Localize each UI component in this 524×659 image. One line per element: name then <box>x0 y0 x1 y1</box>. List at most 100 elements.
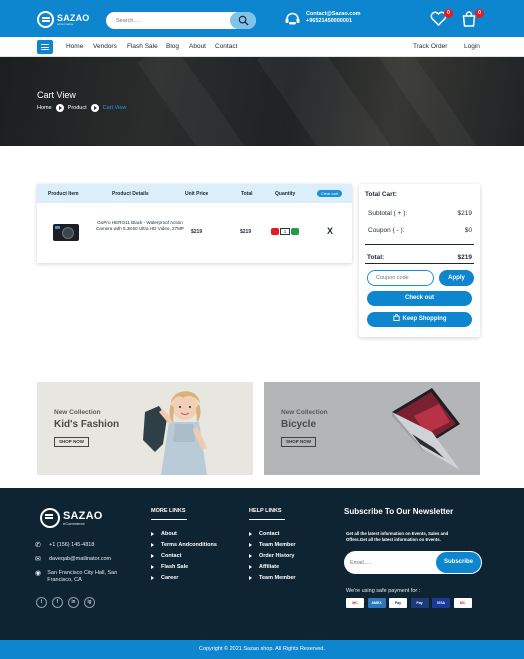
banner-tag: New Collection <box>54 409 101 416</box>
headset-icon <box>285 12 300 25</box>
search-input[interactable] <box>116 12 226 29</box>
footer-logo-name: SAZAO <box>63 509 103 522</box>
product-details[interactable]: GoPro HERO11 Black - Waterproof Action C… <box>95 220 185 232</box>
phone-icon: ✆ <box>35 542 41 549</box>
apply-coupon-button[interactable]: Apply <box>439 270 474 286</box>
nav-contact[interactable]: Contact <box>215 43 237 50</box>
more-links-title: MORE LINKS <box>151 508 186 514</box>
copyright-bar: Copyright © 2021 Sazao shop. All Rights … <box>0 640 524 659</box>
remove-item-button[interactable]: X <box>327 226 333 236</box>
menu-button[interactable] <box>37 40 53 54</box>
mastercard-icon: MC <box>346 598 364 608</box>
quantity-decrease-button[interactable] <box>271 228 279 235</box>
breadcrumb-current: Cart View <box>102 105 127 111</box>
kids-fashion-banner[interactable]: New Collection Kid's Fashion SHOP NOW <box>37 382 253 475</box>
shop-now-button[interactable]: SHOP NOW <box>54 437 89 447</box>
mastercard-icon: MC <box>453 598 472 608</box>
wishlist-button[interactable]: 0 <box>430 9 453 29</box>
subscribe-button[interactable]: Subscribe <box>436 552 481 573</box>
coupon-value: $0 <box>464 227 472 234</box>
footer-link-flash-sale[interactable]: Flash Sale <box>150 564 188 570</box>
instagram-icon[interactable]: ig <box>84 597 95 608</box>
linkedin-icon[interactable]: in <box>68 597 79 608</box>
amex-icon: AMEX <box>367 598 386 608</box>
header-quantity: Quantity <box>275 191 296 197</box>
newsletter-title: Subscribe To Our Newsletter <box>344 507 454 516</box>
cart-button[interactable]: 0 <box>461 9 484 29</box>
nav-flash-sale[interactable]: Flash Sale <box>127 43 158 50</box>
checkout-button[interactable]: Check out <box>367 291 472 306</box>
bicycle-banner[interactable]: New Collection Bicycle SHOP NOW <box>264 382 480 475</box>
newsletter-form: Subscribe <box>344 551 482 574</box>
breadcrumb-home[interactable]: Home <box>37 105 52 111</box>
mail-icon: ✉ <box>35 556 41 563</box>
footer-link-about[interactable]: About <box>151 531 177 537</box>
cart-summary: Total Cart: Subtotal ( + ): $219 Coupon … <box>359 184 480 337</box>
footer-link-team-member-2[interactable]: Team Member <box>249 575 296 581</box>
main-navigation: Home Vendors Flash Sale Blog About Conta… <box>0 37 524 57</box>
newsletter-email-input[interactable] <box>350 555 430 570</box>
clear-cart-button[interactable]: Clear cart <box>317 190 342 197</box>
total-value: $219 <box>457 254 472 261</box>
quantity-stepper: 1 <box>271 228 299 235</box>
unit-price: $219 <box>191 229 203 235</box>
footer-link-terms[interactable]: Terms Andconditions <box>151 542 217 548</box>
quantity-value[interactable]: 1 <box>280 228 290 235</box>
product-thumbnail[interactable] <box>53 224 79 241</box>
footer-link-contact[interactable]: Contact <box>150 553 181 559</box>
footer-logo-subtitle: eCommerce <box>63 520 85 526</box>
logo-subtitle: eCommerce <box>57 21 74 26</box>
page-title: Cart View <box>37 90 76 100</box>
search-bar <box>106 12 256 29</box>
logo-mark-icon <box>40 508 60 528</box>
newsletter-text: Get all the latest information on Events… <box>346 531 449 542</box>
keep-shopping-button[interactable]: Keep Shopping <box>367 312 472 327</box>
top-header: SAZAO eCommerce Contact@Sazao.com <box>0 0 524 37</box>
nav-login[interactable]: Login <box>464 43 480 50</box>
menu-icon-bar <box>41 46 49 48</box>
contact-phone[interactable]: +96521450000001 <box>306 18 361 25</box>
site-footer: SAZAO eCommerce ✆ +1 (156) 145-4818 ✉ da… <box>0 488 524 659</box>
subtotal-value: $219 <box>457 210 472 217</box>
contact-email[interactable]: Contact@Sazao.com <box>306 11 361 18</box>
search-button[interactable] <box>230 12 256 29</box>
coupon-input[interactable] <box>367 270 434 286</box>
nav-track-order[interactable]: Track Order <box>413 43 447 50</box>
quantity-increase-button[interactable] <box>291 228 299 235</box>
facebook-icon[interactable]: f <box>52 597 63 608</box>
cart-count-badge: 0 <box>475 9 484 18</box>
nav-blog[interactable]: Blog <box>166 43 179 50</box>
footer-link-order-history[interactable]: Order History <box>248 553 294 559</box>
payment-title: We're using safe payment for : <box>346 588 421 594</box>
footer-address: ◉ San Francisco City Hall, San Francisco… <box>35 570 135 583</box>
shop-now-button[interactable]: SHOP NOW <box>281 437 316 447</box>
logo-mark-icon <box>37 11 54 28</box>
nav-home[interactable]: Home <box>66 43 83 50</box>
coupon-label: Coupon ( - ): <box>368 227 405 234</box>
page-hero-banner <box>0 57 524 146</box>
location-pin-icon: ◉ <box>35 570 42 577</box>
nav-vendors[interactable]: Vendors <box>93 43 117 50</box>
menu-icon <box>41 44 49 46</box>
cart-table: Product Item Product Details Unit Price … <box>37 184 352 263</box>
twitter-icon[interactable]: t <box>36 597 47 608</box>
social-links: t f in ig <box>36 597 100 608</box>
footer-link-affiliate[interactable]: Affiliate <box>248 564 279 570</box>
breadcrumb-product[interactable]: Product <box>68 105 87 111</box>
nav-about[interactable]: About <box>189 43 206 50</box>
footer-email[interactable]: ✉ daveqab@mailinator.com <box>35 556 111 563</box>
visa-icon: VISA <box>432 598 450 608</box>
footer-link-career[interactable]: Career <box>150 575 178 581</box>
footer-logo[interactable]: SAZAO eCommerce <box>40 508 103 528</box>
footer-phone-text: +1 (156) 145-4818 <box>49 542 95 548</box>
help-links-title: HELP LINKS <box>249 508 282 514</box>
google-pay-icon: Pay <box>410 598 429 608</box>
footer-link-help-contact[interactable]: Contact <box>248 531 279 537</box>
summary-title: Total Cart: <box>365 191 398 198</box>
footer-phone[interactable]: ✆ +1 (156) 145-4818 <box>35 542 94 549</box>
header-product-details: Product Details <box>112 191 149 197</box>
logo[interactable]: SAZAO eCommerce <box>37 11 90 28</box>
page: SAZAO eCommerce Contact@Sazao.com <box>0 0 524 659</box>
header-unit-price: Unit Price <box>185 191 209 197</box>
footer-link-team-member[interactable]: Team Member <box>249 542 296 548</box>
